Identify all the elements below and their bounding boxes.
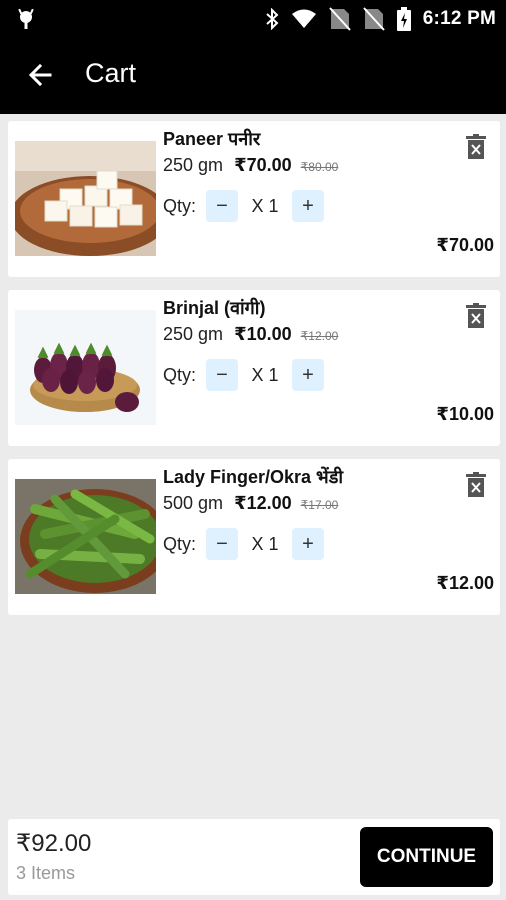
- status-time: 6:12 PM: [422, 8, 496, 29]
- item-total: ₹70.00: [436, 235, 494, 255]
- decrease-qty-button[interactable]: −: [206, 528, 239, 560]
- decrease-qty-button[interactable]: −: [206, 190, 239, 222]
- cart-total: ₹92.00: [16, 830, 92, 857]
- product-image-okra: [15, 479, 156, 594]
- android-icon: [18, 8, 34, 29]
- product-weight-price: 250 gm ₹70.00 ₹80.00: [163, 155, 338, 176]
- qty-label: Qty:: [163, 533, 197, 554]
- product-weight: 250 gm: [163, 155, 224, 175]
- product-weight: 250 gm: [163, 324, 224, 344]
- cart-item: Lady Finger/Okra भेंडी 500 gm ₹12.00 ₹17…: [8, 459, 500, 615]
- item-total: ₹10.00: [436, 404, 494, 424]
- no-sim-icon: [329, 7, 351, 31]
- qty-value: X 1: [251, 364, 279, 385]
- decrease-qty-button[interactable]: −: [206, 359, 239, 391]
- qty-label: Qty:: [163, 195, 197, 216]
- increase-qty-button[interactable]: +: [292, 528, 325, 560]
- trash-icon[interactable]: [466, 134, 486, 160]
- product-price: ₹70.00: [234, 155, 292, 175]
- cart-item: Brinjal (वांगी) 250 gm ₹10.00 ₹12.00 Qty…: [8, 290, 500, 446]
- trash-icon[interactable]: [466, 303, 486, 329]
- product-mrp: ₹12.00: [300, 329, 339, 343]
- product-mrp: ₹17.00: [300, 498, 339, 512]
- page-title: Cart: [85, 58, 137, 88]
- item-count: 3 Items: [16, 863, 76, 883]
- continue-button[interactable]: CONTINUE: [360, 827, 493, 887]
- status-bar: 6:12 PM: [0, 0, 506, 38]
- quantity-stepper: Qty: − X 1 +: [163, 359, 325, 391]
- product-image-paneer: [15, 141, 156, 256]
- qty-label: Qty:: [163, 364, 197, 385]
- product-price: ₹10.00: [234, 324, 292, 344]
- qty-value: X 1: [251, 533, 279, 554]
- product-weight: 500 gm: [163, 493, 224, 513]
- product-weight-price: 500 gm ₹12.00 ₹17.00: [163, 493, 338, 514]
- product-name: Brinjal (वांगी): [163, 298, 266, 318]
- wifi-icon: [291, 9, 316, 28]
- arrow-left-icon[interactable]: [26, 60, 56, 90]
- no-sim-icon: [363, 7, 385, 31]
- product-name: Lady Finger/Okra भेंडी: [163, 467, 343, 487]
- battery-charging-icon: [396, 7, 411, 31]
- product-price: ₹12.00: [234, 493, 292, 513]
- quantity-stepper: Qty: − X 1 +: [163, 528, 325, 560]
- cart-footer: ₹92.00 3 Items CONTINUE: [8, 819, 500, 895]
- increase-qty-button[interactable]: +: [292, 190, 325, 222]
- product-name: Paneer पनीर: [163, 129, 261, 149]
- trash-icon[interactable]: [466, 472, 486, 498]
- product-weight-price: 250 gm ₹10.00 ₹12.00: [163, 324, 338, 345]
- app-bar: Cart: [0, 38, 506, 114]
- item-total: ₹12.00: [436, 573, 494, 593]
- qty-value: X 1: [251, 195, 279, 216]
- quantity-stepper: Qty: − X 1 +: [163, 190, 325, 222]
- cart-item: Paneer पनीर 250 gm ₹70.00 ₹80.00 Qty: − …: [8, 121, 500, 277]
- product-mrp: ₹80.00: [300, 160, 339, 174]
- product-image-brinjal: [15, 310, 156, 425]
- increase-qty-button[interactable]: +: [292, 359, 325, 391]
- bluetooth-icon: [266, 8, 279, 30]
